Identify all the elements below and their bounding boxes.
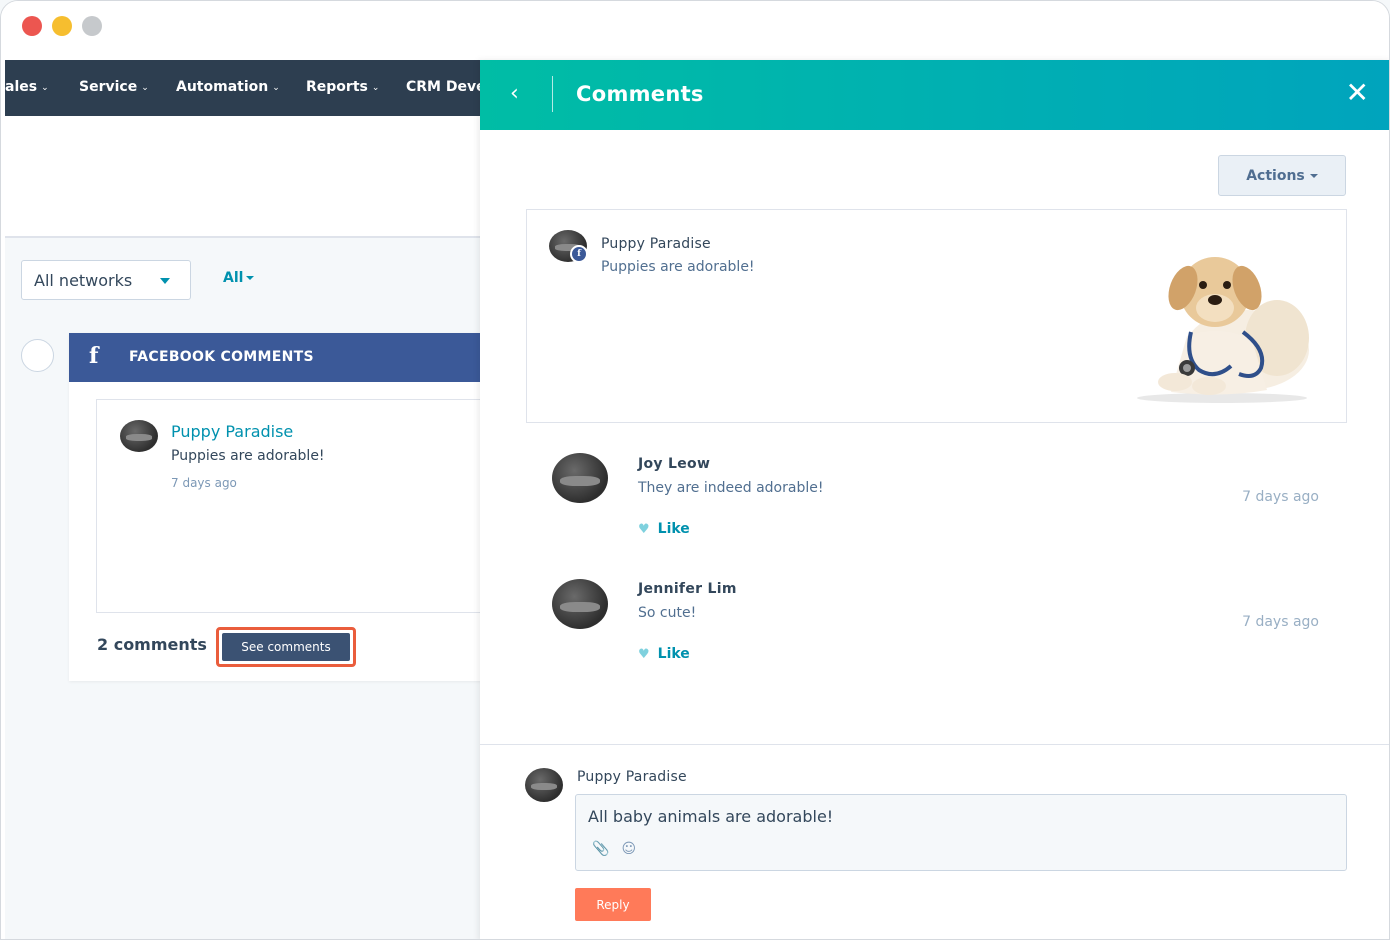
see-comments-highlight: See comments (216, 627, 356, 667)
networks-dropdown[interactable]: All networks (21, 260, 191, 300)
comment-count: 2 comments (97, 635, 207, 654)
close-icon[interactable]: ✕ (1346, 78, 1369, 108)
comment-author: Joy Leow (638, 456, 711, 472)
panel-title: Comments (576, 82, 704, 106)
reply-toolbar: 📎 ☺ (592, 841, 636, 857)
comment-text: They are indeed adorable! (638, 480, 824, 496)
all-filter-dropdown[interactable]: All (223, 270, 255, 286)
nav-item-sales[interactable]: ales ⌄ (5, 79, 49, 95)
post-text: Puppies are adorable! (171, 448, 325, 464)
post-preview: Puppy Paradise Puppies are adorable! 7 d… (96, 399, 496, 613)
comment-timestamp: 7 days ago (1242, 489, 1319, 505)
facebook-icon: f (89, 343, 99, 369)
top-navigation: ales ⌄ Service ⌄ Automation ⌄ Reports ⌄ CRM … (5, 60, 481, 116)
like-button[interactable]: ♥ Like (638, 521, 690, 537)
nav-item-service[interactable]: Service ⌄ (79, 79, 149, 95)
heart-icon: ♥ (638, 646, 650, 662)
reply-divider (480, 744, 1389, 745)
caret-down-icon (1309, 173, 1318, 178)
like-button[interactable]: ♥ Like (638, 646, 690, 662)
heart-icon: ♥ (638, 521, 650, 537)
original-post-author: Puppy Paradise (601, 236, 711, 252)
post-timestamp: 7 days ago (171, 476, 237, 490)
header-divider (552, 76, 553, 112)
reply-input[interactable]: All baby animals are adorable! 📎 ☺ (575, 794, 1347, 871)
facebook-badge-icon: f (570, 245, 588, 263)
comment-item: Jennifer Lim So cute! 7 days ago ♥ Like (552, 579, 1352, 691)
comment-timestamp: 7 days ago (1242, 614, 1319, 630)
caret-down-icon (160, 278, 170, 284)
nav-item-automation[interactable]: Automation ⌄ (176, 79, 280, 95)
actions-dropdown-button[interactable]: Actions (1218, 155, 1346, 196)
browser-window: ales ⌄ Service ⌄ Automation ⌄ Reports ⌄ CRM … (0, 0, 1390, 940)
panel-header: ‹ Comments ✕ (480, 60, 1389, 130)
nav-item-crm-development[interactable]: CRM Deve (406, 79, 481, 95)
chevron-down-icon: ⌄ (41, 83, 49, 93)
original-post: f Puppy Paradise Puppies are adorable! (526, 209, 1347, 423)
avatar (525, 768, 563, 802)
feed-section: All networks All f FACEBOOK COMMENTS Pup… (5, 236, 496, 939)
avatar (552, 453, 608, 503)
facebook-comments-card: f FACEBOOK COMMENTS Puppy Paradise Puppi… (69, 333, 496, 681)
post-author[interactable]: Puppy Paradise (171, 422, 293, 441)
chevron-down-icon: ⌄ (272, 83, 280, 93)
back-arrow-icon[interactable]: ‹ (510, 82, 534, 106)
original-post-text: Puppies are adorable! (601, 259, 755, 275)
title-bar (1, 1, 1389, 60)
reply-author: Puppy Paradise (577, 769, 687, 785)
chevron-down-icon: ⌄ (371, 83, 380, 93)
puppy-photo (1137, 257, 1309, 403)
comment-author: Jennifer Lim (638, 581, 737, 597)
minimize-window-button[interactable] (52, 16, 72, 36)
select-post-radio[interactable] (21, 339, 54, 372)
see-comments-button[interactable]: See comments (222, 633, 350, 661)
attachment-icon[interactable]: 📎 (592, 841, 609, 857)
chevron-down-icon: ⌄ (141, 83, 149, 93)
zoom-window-button[interactable] (82, 16, 102, 36)
comment-text: So cute! (638, 605, 697, 621)
nav-item-reports[interactable]: Reports ⌄ (306, 79, 379, 95)
avatar (552, 579, 608, 629)
comment-item: Joy Leow They are indeed adorable! 7 day… (552, 453, 1352, 566)
facebook-card-header: f FACEBOOK COMMENTS (69, 333, 489, 382)
comments-panel: ‹ Comments ✕ Actions f Puppy Paradise Pu… (480, 60, 1389, 939)
reply-text[interactable]: All baby animals are adorable! (588, 807, 833, 826)
close-window-button[interactable] (22, 16, 42, 36)
emoji-icon[interactable]: ☺ (621, 841, 636, 857)
reply-button[interactable]: Reply (575, 888, 651, 921)
caret-down-icon (246, 276, 255, 280)
social-inbox-area: All networks All f FACEBOOK COMMENTS Pup… (5, 116, 496, 939)
avatar (120, 420, 158, 452)
